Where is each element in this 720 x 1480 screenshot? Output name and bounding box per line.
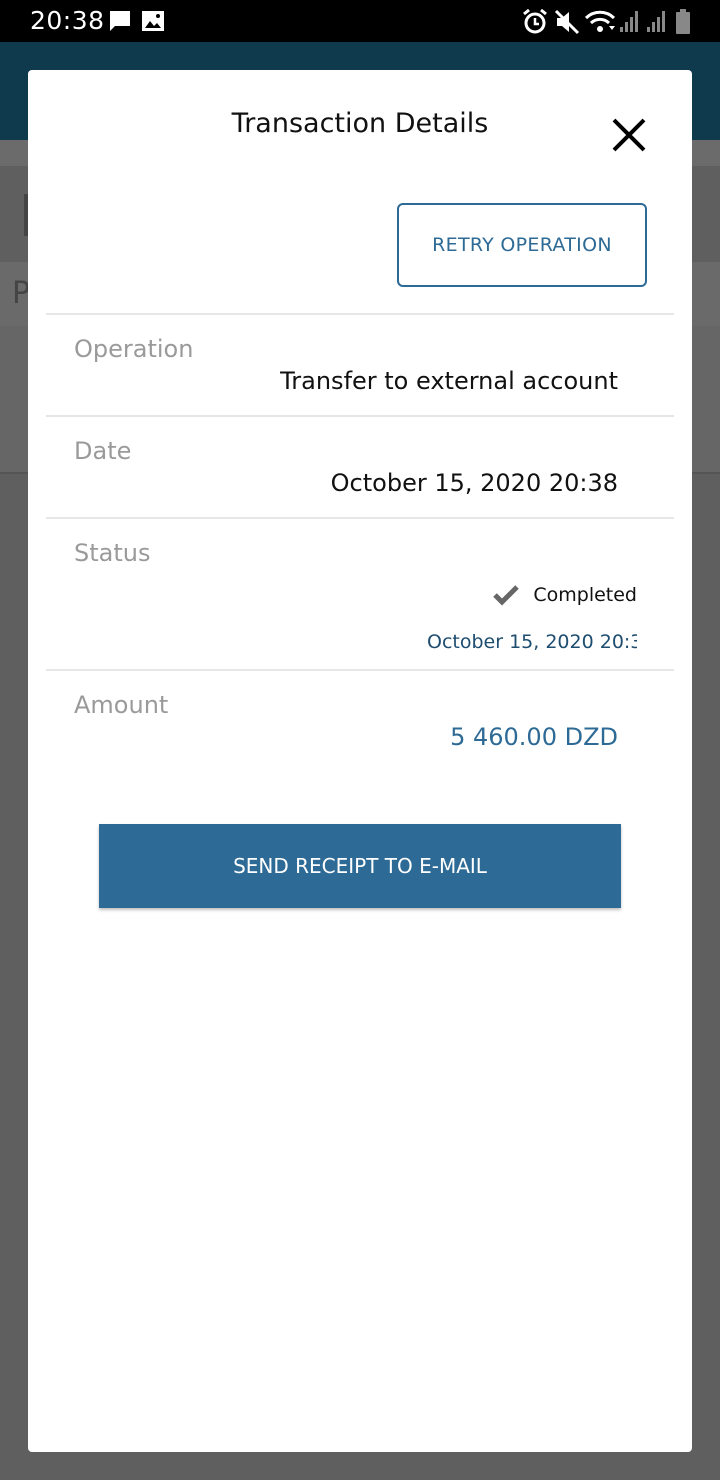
battery-icon [675, 9, 691, 39]
operation-value: Transfer to external account [280, 367, 618, 395]
status-badge: Completed [493, 584, 637, 606]
operation-label: Operation [74, 335, 194, 363]
retry-operation-button[interactable]: RETRY OPERATION [397, 203, 647, 287]
dialog-title: Transaction Details [231, 108, 489, 139]
status-value: Completed [533, 584, 637, 606]
signal-icon [646, 9, 668, 37]
status-date: October 15, 2020 20:38 [427, 631, 637, 653]
send-receipt-button[interactable]: SEND RECEIPT TO E-MAIL [99, 824, 621, 908]
amount-value: 5 460.00 DZD [450, 723, 618, 751]
alarm-icon [522, 8, 548, 39]
status-bar: 20:38 [0, 0, 720, 42]
wifi-icon [584, 9, 616, 39]
divider [46, 669, 674, 671]
screen: 20:38 P Transaction Details RETRY OPERAT… [0, 0, 720, 1480]
divider [46, 415, 674, 417]
date-label: Date [74, 437, 132, 465]
divider [46, 313, 674, 315]
amount-label: Amount [74, 691, 169, 719]
signal-icon [619, 9, 641, 37]
checkmark-icon [493, 585, 520, 606]
close-button[interactable] [606, 112, 652, 158]
status-label: Status [74, 539, 151, 567]
transaction-details-dialog: Transaction Details RETRY OPERATION Oper… [28, 70, 692, 1452]
message-icon [108, 9, 132, 37]
close-icon [612, 118, 646, 152]
mute-icon [554, 9, 580, 39]
divider [46, 517, 674, 519]
date-value: October 15, 2020 20:38 [330, 469, 618, 497]
status-time: 20:38 [30, 6, 105, 35]
image-icon [141, 9, 165, 37]
